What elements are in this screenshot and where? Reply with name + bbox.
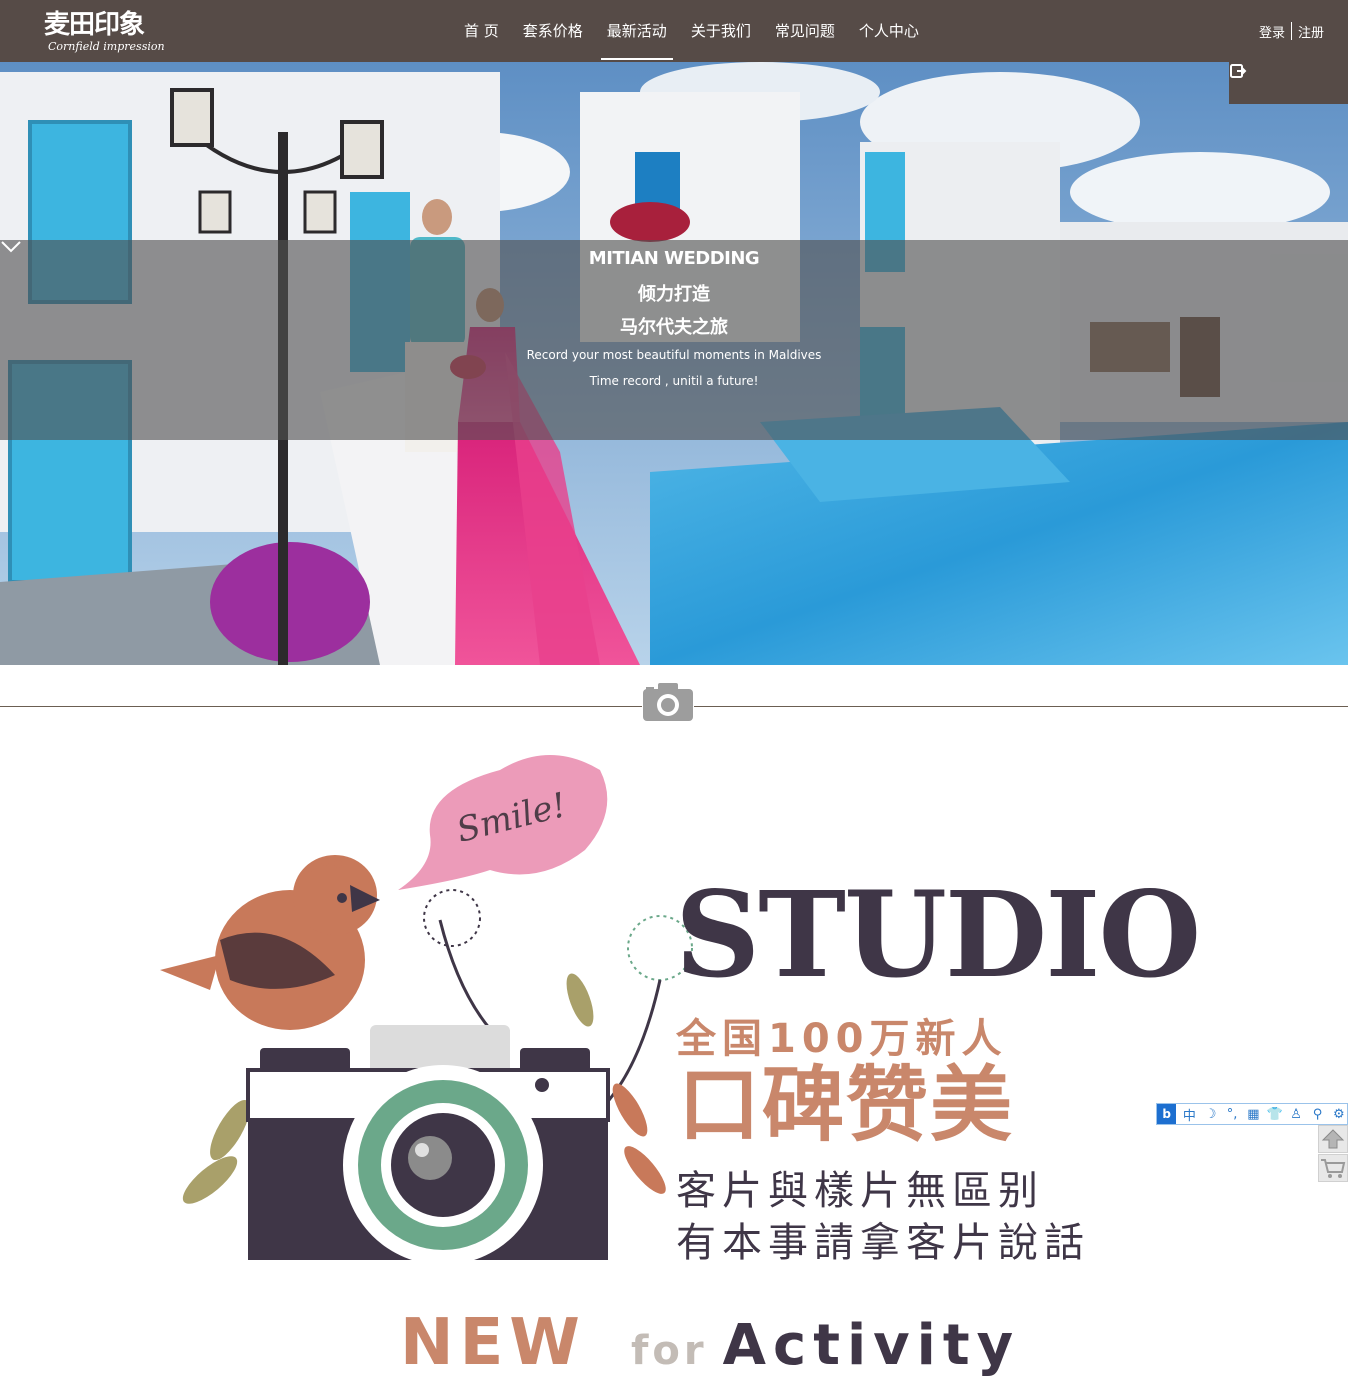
register-link[interactable]: 注册: [1298, 22, 1324, 41]
arrow-up-icon: [1321, 1129, 1345, 1149]
nav-item-home[interactable]: 首 页: [452, 0, 511, 62]
hero-subtitle-2: Time record , unitil a future!: [589, 374, 759, 388]
logo-english-text: Cornfield impression: [48, 40, 165, 53]
main-nav: 首 页 套系价格 最新活动 关于我们 常见问题 个人中心: [452, 0, 931, 62]
chevron-down-icon[interactable]: [0, 240, 22, 254]
ime-keyboard-icon[interactable]: ▦: [1245, 1107, 1261, 1122]
studio-line-2: 口碑赞美: [678, 1058, 1015, 1153]
heading-activity: Activity: [722, 1313, 1021, 1378]
auth-links: 登录 注册: [1259, 21, 1324, 41]
ime-punctuation-icon[interactable]: °,: [1224, 1107, 1240, 1122]
new-activity-heading: NEW for Activity: [400, 1306, 1020, 1380]
studio-heading: STUDIO: [675, 865, 1201, 1004]
hero-banner: MITIAN WEDDING 倾力打造 马尔代夫之旅 Record your m…: [0, 62, 1348, 665]
exit-icon: [1230, 64, 1247, 78]
heading-for: for: [630, 1328, 708, 1374]
exit-button[interactable]: [1229, 62, 1348, 104]
ime-skin-icon[interactable]: 👕: [1267, 1107, 1283, 1122]
nav-item-activities[interactable]: 最新活动: [595, 0, 679, 62]
site-logo[interactable]: 麦田印象 Cornfield impression: [44, 10, 165, 54]
nav-item-packages[interactable]: 套系价格: [511, 0, 595, 62]
top-navigation-bar: 麦田印象 Cornfield impression 首 页 套系价格 最新活动 …: [0, 0, 1348, 62]
studio-promo-illustration: Smile! STUDIO 全国100万新人 口碑赞美 客片與樣片無區别 有本事…: [80, 740, 1201, 1310]
hero-subtitle-1: Record your most beautiful moments in Ma…: [526, 348, 822, 362]
logo-chinese-text: 麦田印象: [44, 10, 145, 40]
studio-line-1: 全国100万新人: [676, 1016, 1008, 1062]
back-to-top-button[interactable]: [1318, 1125, 1348, 1153]
heading-new: NEW: [400, 1306, 586, 1380]
auth-divider: [1290, 22, 1292, 40]
login-link[interactable]: 登录: [1259, 22, 1285, 41]
camera-icon: [642, 681, 694, 723]
nav-item-profile[interactable]: 个人中心: [847, 0, 931, 62]
hero-caption-overlay: MITIAN WEDDING 倾力打造 马尔代夫之旅 Record your m…: [0, 240, 1348, 440]
ime-halfwidth-icon[interactable]: ☽: [1203, 1107, 1219, 1122]
ime-search-icon[interactable]: ⚲: [1309, 1107, 1325, 1122]
ime-user-icon[interactable]: ♙: [1288, 1107, 1304, 1122]
studio-line-3: 客片與樣片無區别: [676, 1168, 1044, 1214]
shopping-cart-icon: [1321, 1159, 1346, 1178]
ime-settings-icon[interactable]: ⚙: [1331, 1107, 1347, 1122]
hero-line-3: 马尔代夫之旅: [620, 317, 728, 338]
studio-line-4: 有本事請拿客片說話: [676, 1220, 1090, 1266]
ime-mode-toggle[interactable]: 中: [1181, 1105, 1197, 1124]
hero-title: MITIAN WEDDING: [588, 248, 760, 269]
hero-line-2: 倾力打造: [638, 284, 710, 305]
nav-item-about[interactable]: 关于我们: [679, 0, 763, 62]
nav-item-faq[interactable]: 常见问题: [763, 0, 847, 62]
ime-logo-icon[interactable]: b: [1157, 1104, 1177, 1124]
shopping-cart-button[interactable]: [1318, 1154, 1348, 1182]
ime-toolbar: b 中 ☽ °, ▦ 👕 ♙ ⚲ ⚙: [1156, 1103, 1348, 1125]
